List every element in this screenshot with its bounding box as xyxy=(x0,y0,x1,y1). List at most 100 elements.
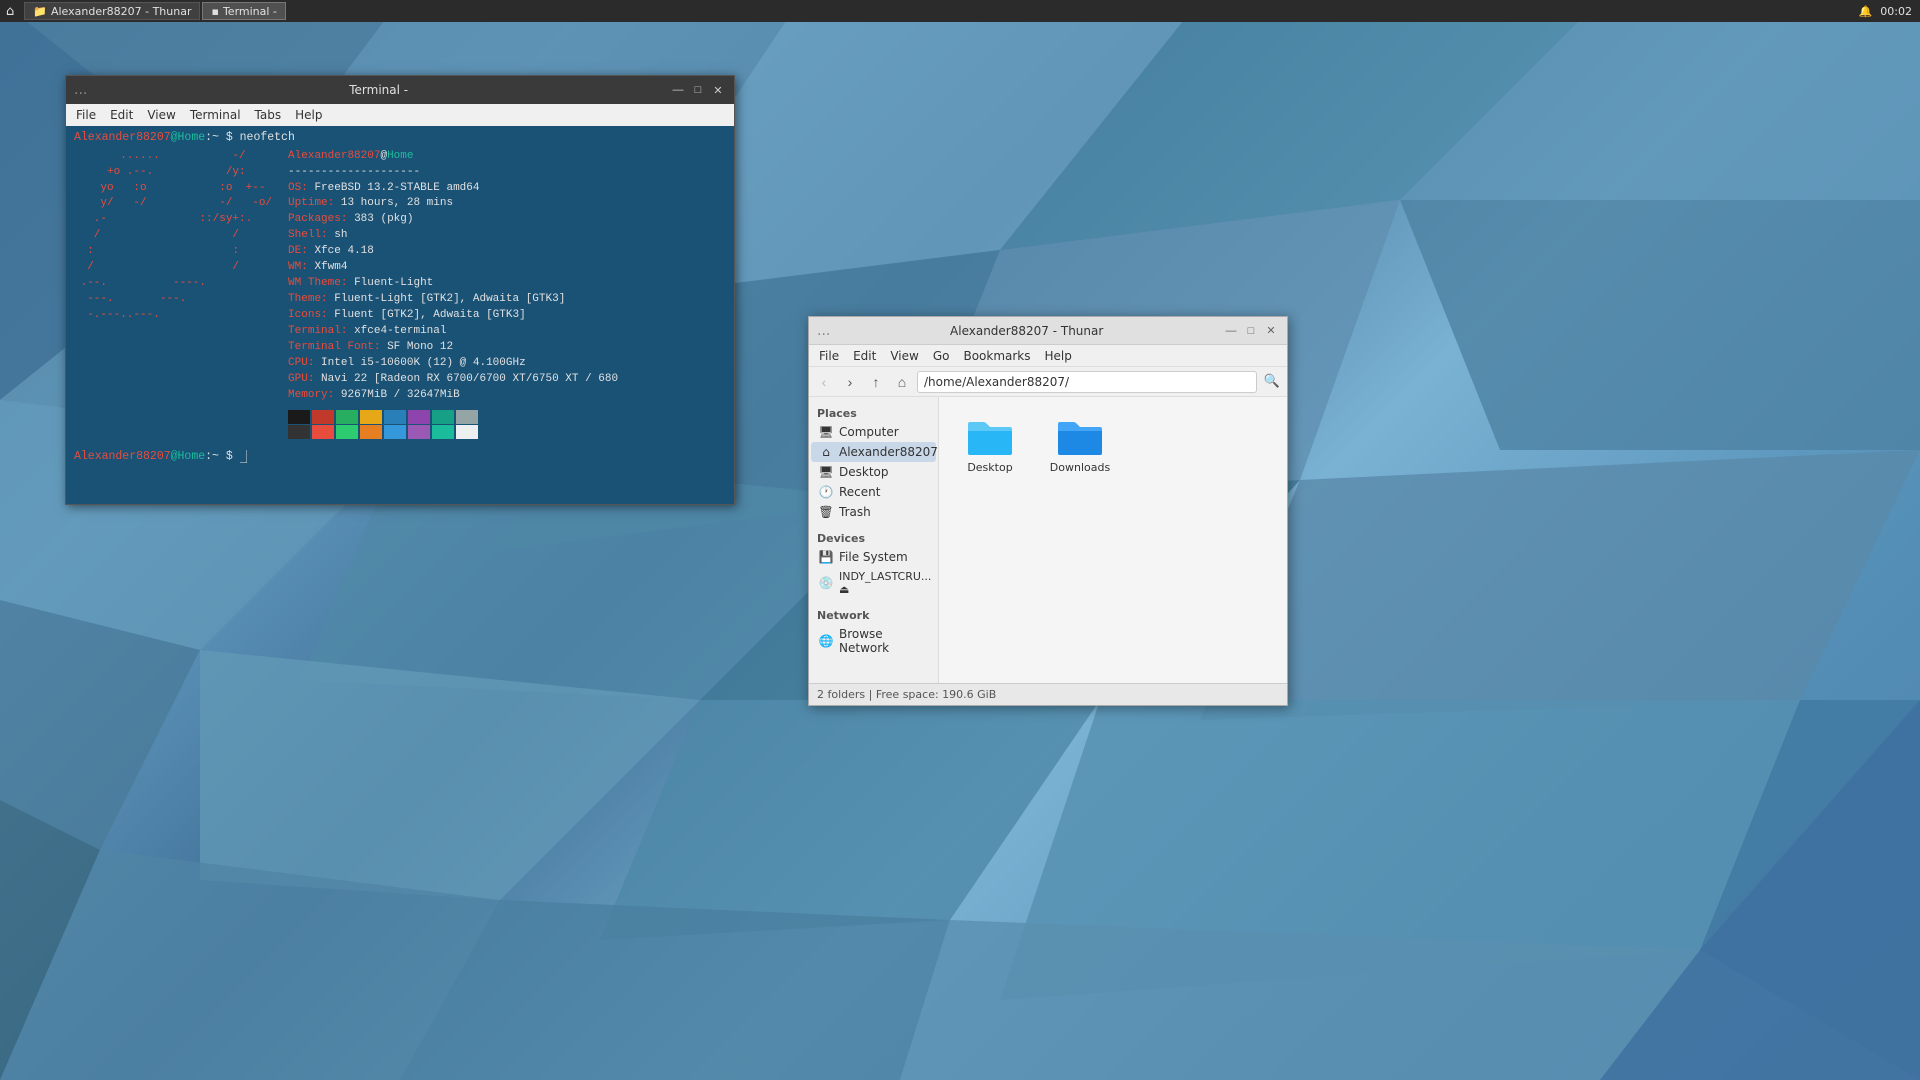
thunar-menu-go[interactable]: Go xyxy=(927,347,956,365)
sidebar-label-filesystem: File System xyxy=(839,550,908,564)
sidebar-item-desktop[interactable]: 🖥 Desktop xyxy=(811,462,936,482)
thunar-taskbar-icon: 📁 xyxy=(33,5,47,18)
swatch-7 xyxy=(432,410,454,424)
sidebar-item-home[interactable]: ⌂ Alexander88207 xyxy=(811,442,936,462)
thunar-sidebar: Places 🖥 Computer ⌂ Alexander88207 🖥 Des… xyxy=(809,397,939,683)
thunar-window-controls xyxy=(1223,323,1279,339)
taskbar-apps: 📁 Alexander88207 - Thunar ▪ Terminal - xyxy=(20,2,1850,20)
terminal-titlebar: ... Terminal - xyxy=(66,76,734,104)
downloads-folder-icon xyxy=(1056,417,1104,457)
network-icon: 🌐 xyxy=(819,634,833,648)
trash-icon: 🗑 xyxy=(819,505,833,519)
filesystem-icon: 💾 xyxy=(819,550,833,564)
sidebar-item-trash[interactable]: 🗑 Trash xyxy=(811,502,936,522)
home-icon[interactable]: ⌂ xyxy=(6,4,14,19)
thunar-menu-view[interactable]: View xyxy=(884,347,924,365)
swatch-15 xyxy=(432,425,454,439)
terminal-menu-view[interactable]: View xyxy=(141,106,181,124)
sidebar-label-computer: Computer xyxy=(839,425,899,439)
sidebar-item-usb[interactable]: 💿 INDY_LASTCRU... ⏏ xyxy=(811,567,936,599)
sidebar-item-recent[interactable]: 🕐 Recent xyxy=(811,482,936,502)
thunar-search-button[interactable]: 🔍 xyxy=(1261,371,1283,393)
sidebar-label-browse-network: Browse Network xyxy=(839,627,928,655)
color-palette-1 xyxy=(288,410,618,424)
swatch-8 xyxy=(456,410,478,424)
thunar-address-bar[interactable]: /home/Alexander88207/ xyxy=(917,371,1257,393)
swatch-11 xyxy=(336,425,358,439)
thunar-menu-edit[interactable]: Edit xyxy=(847,347,882,365)
sidebar-label-usb: INDY_LASTCRU... ⏏ xyxy=(839,570,931,596)
thunar-back-button[interactable]: ‹ xyxy=(813,371,835,393)
terminal-title: Terminal - xyxy=(87,83,670,97)
terminal-taskbar-icon: ▪ xyxy=(211,5,218,18)
file-item-desktop[interactable]: Desktop xyxy=(955,413,1025,478)
terminal-menu-edit[interactable]: Edit xyxy=(104,106,139,124)
terminal-minimize-button[interactable] xyxy=(670,82,686,98)
terminal-body[interactable]: Alexander88207@Home:~ $ neofetch ...... … xyxy=(66,126,734,504)
thunar-up-button[interactable]: ↑ xyxy=(865,371,887,393)
swatch-12 xyxy=(360,425,382,439)
thunar-title: Alexander88207 - Thunar xyxy=(830,324,1223,338)
status-text: 2 folders | Free space: 190.6 GiB xyxy=(817,688,996,701)
desktop-folder-label: Desktop xyxy=(967,461,1012,474)
swatch-1 xyxy=(288,410,310,424)
thunar-maximize-button[interactable] xyxy=(1243,323,1259,339)
thunar-menu-file[interactable]: File xyxy=(813,347,845,365)
terminal-maximize-button[interactable] xyxy=(690,82,706,98)
terminal-menu-help[interactable]: Help xyxy=(289,106,328,124)
network-section-label: Network xyxy=(809,605,938,624)
swatch-14 xyxy=(408,425,430,439)
thunar-menu-help[interactable]: Help xyxy=(1039,347,1078,365)
terminal-window: ... Terminal - File Edit View Terminal T… xyxy=(65,75,735,505)
term-prompt2: Alexander88207@Home:~ $ █ xyxy=(74,449,726,466)
sidebar-label-home: Alexander88207 xyxy=(839,445,938,459)
address-path: /home/Alexander88207/ xyxy=(924,375,1069,389)
swatch-5 xyxy=(384,410,406,424)
notification-icon: 🔔 xyxy=(1859,5,1873,18)
taskbar-left: ⌂ xyxy=(0,4,20,19)
taskbar-right: 🔔 00:02 xyxy=(1851,5,1920,18)
swatch-16 xyxy=(456,425,478,439)
terminal-menu-terminal[interactable]: Terminal xyxy=(184,106,247,124)
file-item-downloads[interactable]: Downloads xyxy=(1045,413,1115,478)
desktop-icon: 🖥 xyxy=(819,465,833,479)
recent-icon: 🕐 xyxy=(819,485,833,499)
sidebar-item-filesystem[interactable]: 💾 File System xyxy=(811,547,936,567)
thunar-toolbar: ‹ › ↑ ⌂ /home/Alexander88207/ 🔍 xyxy=(809,367,1287,397)
thunar-titlebar: ... Alexander88207 - Thunar xyxy=(809,317,1287,345)
term-prompt1: Alexander88207@Home:~ $ neofetch xyxy=(74,130,726,147)
swatch-2 xyxy=(312,410,334,424)
thunar-window: ... Alexander88207 - Thunar File Edit Vi… xyxy=(808,316,1288,706)
swatch-4 xyxy=(360,410,382,424)
terminal-menu-dots[interactable]: ... xyxy=(74,82,87,98)
thunar-menu-dots[interactable]: ... xyxy=(817,323,830,339)
home-folder-icon: ⌂ xyxy=(819,445,833,459)
taskbar-thunar[interactable]: 📁 Alexander88207 - Thunar xyxy=(24,2,200,20)
thunar-forward-button[interactable]: › xyxy=(839,371,861,393)
swatch-3 xyxy=(336,410,358,424)
sidebar-item-computer[interactable]: 🖥 Computer xyxy=(811,422,936,442)
usb-icon: 💿 xyxy=(819,576,833,590)
swatch-13 xyxy=(384,425,406,439)
thunar-menu-bookmarks[interactable]: Bookmarks xyxy=(957,347,1036,365)
color-palette-2 xyxy=(288,425,618,439)
taskbar-terminal[interactable]: ▪ Terminal - xyxy=(202,2,285,20)
terminal-menu-file[interactable]: File xyxy=(70,106,102,124)
terminal-menu-tabs[interactable]: Tabs xyxy=(249,106,288,124)
swatch-10 xyxy=(312,425,334,439)
thunar-statusbar: 2 folders | Free space: 190.6 GiB xyxy=(809,683,1287,705)
thunar-close-button[interactable] xyxy=(1263,323,1279,339)
thunar-content: Places 🖥 Computer ⌂ Alexander88207 🖥 Des… xyxy=(809,397,1287,683)
sidebar-item-browse-network[interactable]: 🌐 Browse Network xyxy=(811,624,936,658)
downloads-folder-label: Downloads xyxy=(1050,461,1110,474)
taskbar: ⌂ 📁 Alexander88207 - Thunar ▪ Terminal -… xyxy=(0,0,1920,22)
desktop-folder-icon xyxy=(966,417,1014,457)
terminal-close-button[interactable] xyxy=(710,82,726,98)
thunar-minimize-button[interactable] xyxy=(1223,323,1239,339)
swatch-6 xyxy=(408,410,430,424)
thunar-home-button[interactable]: ⌂ xyxy=(891,371,913,393)
swatch-9 xyxy=(288,425,310,439)
ascii-art: ...... -/ xyxy=(74,149,272,165)
sidebar-label-recent: Recent xyxy=(839,485,880,499)
devices-section-label: Devices xyxy=(809,528,938,547)
